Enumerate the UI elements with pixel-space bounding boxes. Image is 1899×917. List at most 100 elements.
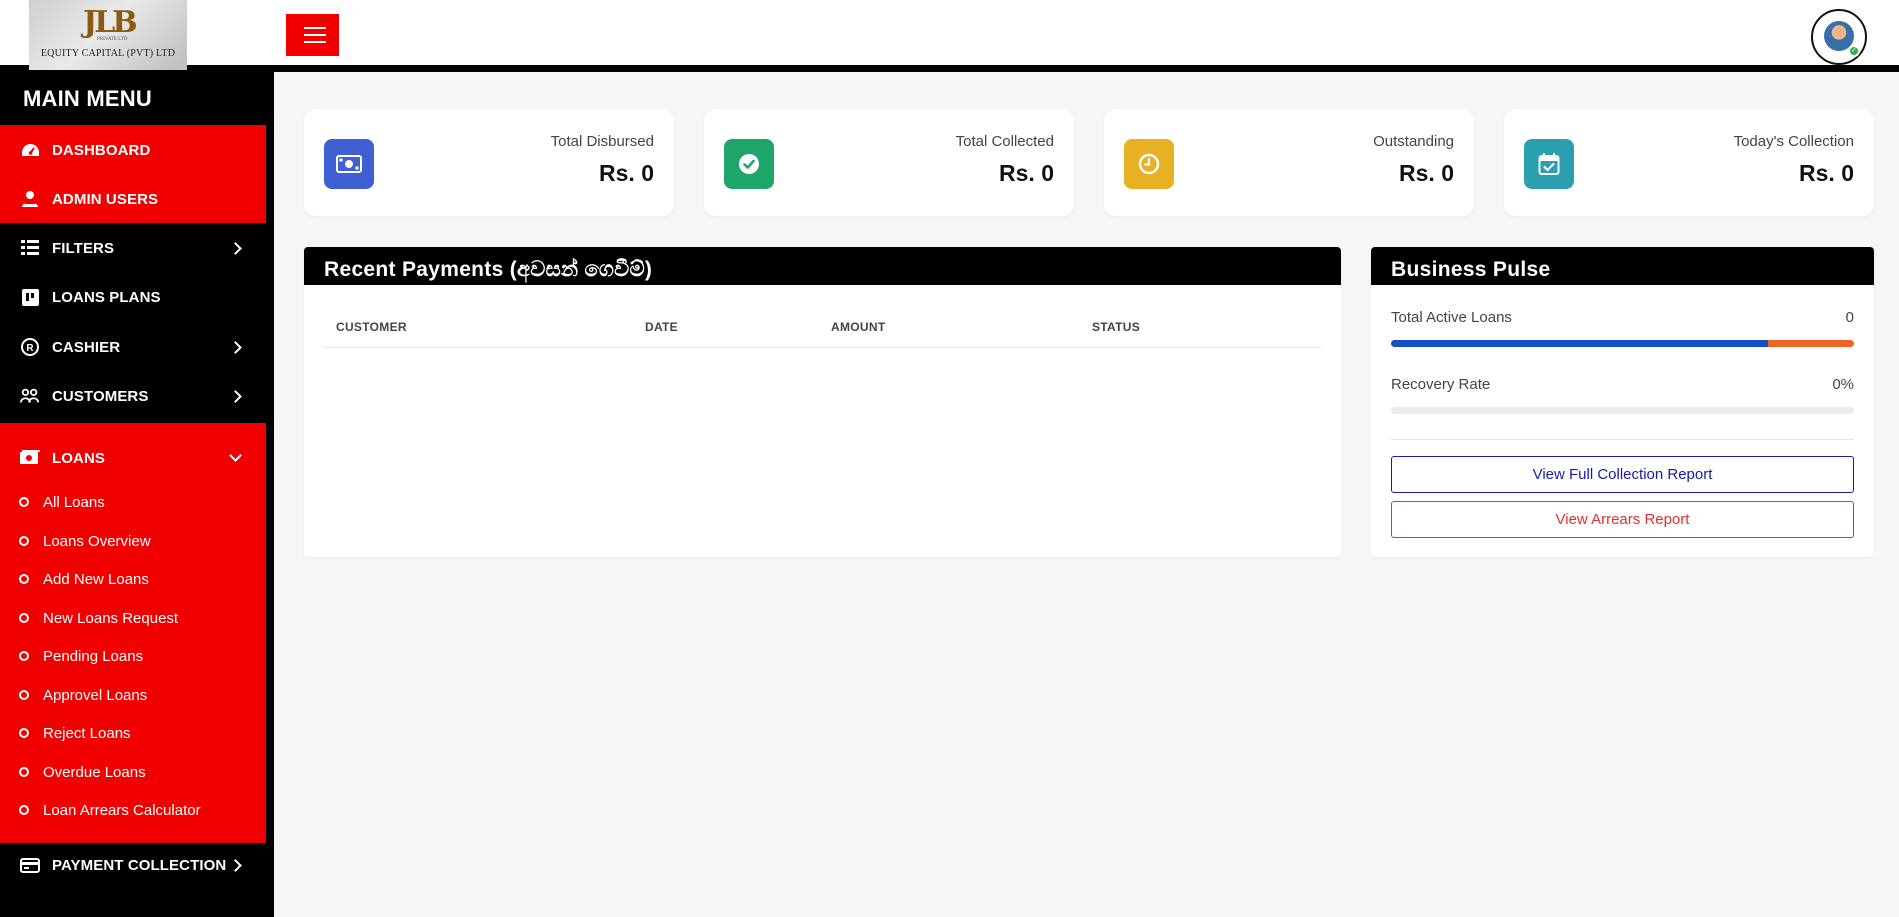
chevron-down-icon	[229, 449, 242, 462]
view-arrears-report-button[interactable]: View Arrears Report	[1391, 501, 1854, 538]
sidebar-item-filters[interactable]: FILTERS	[0, 227, 266, 269]
bullet-icon	[19, 574, 29, 584]
sidebar-subitem-loan-arrears-calculator[interactable]: Loan Arrears Calculator	[0, 792, 266, 828]
sidebar-item-dashboard[interactable]: DASHBOARD	[0, 129, 266, 171]
sidebar-item-admin-users[interactable]: ADMIN USERS	[0, 178, 266, 220]
sidebar-title: MAIN MENU	[23, 86, 152, 111]
sidebar-subitem-approvel-loans[interactable]: Approvel Loans	[0, 677, 266, 713]
pulse-divider	[1391, 439, 1854, 440]
logo-subtitle: PRIVATE LTD	[97, 37, 128, 42]
stat-value: Rs. 0	[1399, 160, 1454, 186]
sidebar-item-label: CASHIER	[52, 338, 121, 356]
stat-card-total-collected: Total Collected Rs. 0	[704, 109, 1074, 216]
clock-icon	[1124, 139, 1174, 189]
sidebar-item-loans-plans[interactable]: LOANS PLANS	[0, 276, 266, 318]
chevron-right-icon	[229, 389, 242, 403]
user-avatar[interactable]: ✓	[1811, 9, 1867, 65]
bullet-icon	[19, 767, 29, 777]
sidebar: MAIN MENU DASHBOARD ADMIN USERS FILTERS …	[0, 72, 274, 917]
sidebar-item-label: CUSTOMERS	[52, 387, 149, 405]
table-header-divider	[324, 347, 1321, 348]
sidebar-item-label: ADMIN USERS	[52, 190, 159, 208]
online-status-icon: ✓	[1848, 45, 1860, 57]
filter-icon	[20, 239, 40, 257]
active-loans-value: 0	[1845, 309, 1854, 326]
calendar-check-icon	[1524, 139, 1574, 189]
recent-payments-panel: Recent Payments (අවසන් ගෙවීම්)	[304, 247, 1341, 557]
chevron-right-icon	[229, 241, 242, 255]
hamburger-icon	[304, 27, 326, 29]
stat-value: Rs. 0	[1799, 160, 1854, 186]
top-bar: JLB PRIVATE LTD EQUITY CAPITAL (PVT) LTD…	[0, 0, 1899, 72]
recovery-rate-label: Recovery Rate	[1391, 376, 1491, 393]
view-collection-report-button[interactable]: View Full Collection Report	[1391, 456, 1854, 493]
column-header-status[interactable]: STATUS	[1092, 320, 1140, 334]
sidebar-subitem-new-loans-request[interactable]: New Loans Request	[0, 600, 266, 636]
sidebar-item-customers[interactable]: CUSTOMERS	[0, 375, 266, 417]
recovery-rate-bar	[1391, 407, 1854, 414]
sidebar-item-label: LOANS	[52, 449, 105, 467]
logo-company-name: EQUITY CAPITAL (PVT) LTD	[40, 48, 176, 59]
sidebar-subitem-label: Loan Arrears Calculator	[43, 801, 201, 819]
svg-text:R: R	[26, 343, 34, 354]
stat-card-todays-collection: Today's Collection Rs. 0	[1504, 109, 1874, 216]
sidebar-subitem-loans-overview[interactable]: Loans Overview	[0, 523, 266, 559]
stat-label: Outstanding	[1373, 133, 1454, 150]
recovery-rate-value: 0%	[1832, 376, 1854, 393]
active-loans-bar-primary	[1391, 340, 1769, 347]
bullet-icon	[19, 497, 29, 507]
payment-icon	[20, 856, 40, 874]
company-logo[interactable]: JLB PRIVATE LTD EQUITY CAPITAL (PVT) LTD	[29, 0, 187, 70]
recent-payments-header: Recent Payments (අවසන් ගෙවීම්)	[304, 247, 1341, 285]
active-loans-bar-secondary	[1768, 340, 1854, 347]
stat-card-total-disbursed: Total Disbursed Rs. 0	[304, 109, 674, 216]
sidebar-item-label: LOANS PLANS	[52, 288, 161, 306]
menu-toggle-button[interactable]	[286, 14, 339, 56]
logo-mark: JLB	[83, 5, 138, 40]
sidebar-subitem-all-loans[interactable]: All Loans	[0, 484, 266, 520]
bullet-icon	[19, 613, 29, 623]
column-header-date[interactable]: DATE	[645, 320, 678, 334]
column-header-customer[interactable]: CUSTOMER	[336, 320, 407, 334]
plans-icon	[20, 288, 40, 306]
sidebar-item-label: FILTERS	[52, 239, 115, 257]
chevron-right-icon	[229, 858, 242, 872]
sidebar-subitem-pending-loans[interactable]: Pending Loans	[0, 638, 266, 674]
chevron-right-icon	[229, 340, 242, 354]
business-pulse-header: Business Pulse	[1371, 247, 1874, 285]
sidebar-subitem-label: Approvel Loans	[43, 686, 148, 704]
bullet-icon	[19, 805, 29, 815]
money-icon	[20, 449, 40, 467]
column-header-amount[interactable]: AMOUNT	[831, 320, 885, 334]
sidebar-subitem-label: Overdue Loans	[43, 763, 146, 781]
cash-icon	[324, 139, 374, 189]
bullet-icon	[19, 651, 29, 661]
sidebar-subitem-label: All Loans	[43, 493, 105, 511]
sidebar-subitem-label: New Loans Request	[43, 609, 179, 627]
check-circle-icon	[724, 139, 774, 189]
active-loans-label: Total Active Loans	[1391, 309, 1512, 326]
sidebar-item-payment-collection[interactable]: PAYMENT COLLECTION	[0, 844, 266, 886]
sidebar-subitem-reject-loans[interactable]: Reject Loans	[0, 715, 266, 751]
sidebar-subitem-label: Add New Loans	[43, 570, 149, 588]
bullet-icon	[19, 536, 29, 546]
bullet-icon	[19, 728, 29, 738]
cashier-icon: R	[20, 338, 40, 356]
sidebar-item-cashier[interactable]: R CASHIER	[0, 326, 266, 368]
sidebar-subitem-label: Reject Loans	[43, 724, 131, 742]
sidebar-item-label: PAYMENT COLLECTION	[52, 856, 227, 874]
sidebar-item-loans[interactable]: LOANS	[0, 437, 266, 479]
stat-value: Rs. 0	[599, 160, 654, 186]
customers-icon	[20, 387, 40, 405]
sidebar-subitem-add-new-loans[interactable]: Add New Loans	[0, 561, 266, 597]
recent-payments-title: Recent Payments (අවසන් ගෙවීම්)	[324, 258, 653, 281]
bullet-icon	[19, 690, 29, 700]
stat-card-outstanding: Outstanding Rs. 0	[1104, 109, 1474, 216]
dashboard-icon	[20, 141, 40, 159]
sidebar-subitem-overdue-loans[interactable]: Overdue Loans	[0, 754, 266, 790]
stat-value: Rs. 0	[999, 160, 1054, 186]
stat-label: Today's Collection	[1733, 133, 1854, 150]
sidebar-item-label: DASHBOARD	[52, 141, 151, 159]
active-loans-bar	[1391, 340, 1854, 347]
business-pulse-title: Business Pulse	[1391, 258, 1551, 281]
